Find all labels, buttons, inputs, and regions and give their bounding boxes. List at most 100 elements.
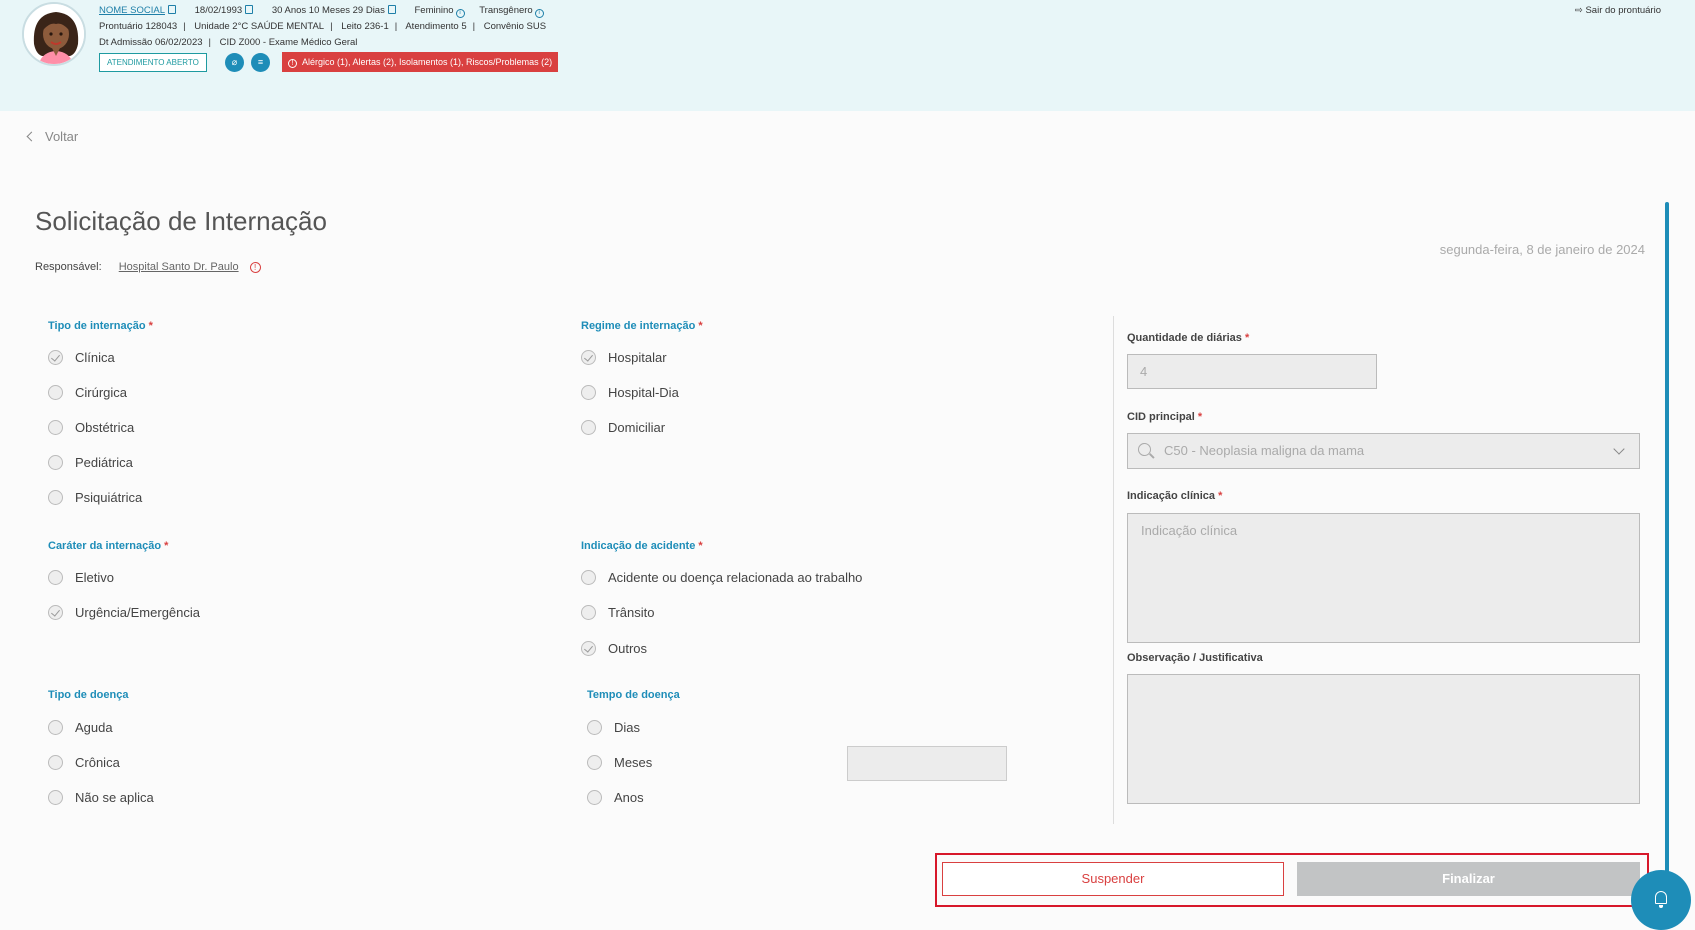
radio-tempo-meses[interactable]: Meses (587, 755, 652, 770)
patient-avatar (22, 2, 86, 66)
radio-label: Outros (608, 641, 648, 656)
radio-icon (581, 570, 596, 585)
radio-tipo-pediatrica[interactable]: Pediátrica (48, 455, 133, 470)
radio-doenca-nao-aplica[interactable]: Não se aplica (48, 790, 154, 805)
tempo-doenca-input[interactable] (847, 746, 1007, 781)
quantidade-diarias-input[interactable]: 4 (1127, 354, 1377, 389)
page-title: Solicitação de Internação (35, 206, 327, 236)
radio-acidente-trabalho[interactable]: Acidente ou doença relacionada ao trabal… (581, 570, 862, 585)
chevron-left-icon (26, 131, 37, 142)
radio-icon (48, 420, 63, 435)
radio-carater-urgencia[interactable]: Urgência/Emergência (48, 605, 200, 620)
scrollbar[interactable] (1665, 202, 1669, 902)
required-mark: * (698, 320, 703, 332)
finish-button[interactable]: Finalizar (1297, 862, 1640, 896)
radio-regime-hospitalar[interactable]: Hospitalar (581, 350, 667, 365)
leito: Leito 236-1 (341, 21, 389, 32)
carater-internacao-label-text: Caráter da internação (48, 540, 162, 552)
radio-label: Acidente ou doença relacionada ao trabal… (608, 570, 863, 585)
info-icon[interactable]: i (534, 9, 544, 18)
notifications-button[interactable] (1631, 870, 1691, 930)
atendimento: Atendimento 5 (405, 21, 467, 32)
required-mark: * (698, 540, 703, 552)
required-mark: * (1244, 332, 1250, 344)
document-icon[interactable] (168, 5, 176, 14)
indicacao-clinica-textarea[interactable]: Indicação clínica (1127, 513, 1640, 643)
indicacao-acidente-label-text: Indicação de acidente (581, 540, 696, 552)
radio-label: Domiciliar (608, 420, 666, 435)
required-mark: * (1218, 490, 1223, 502)
radio-acidente-outros[interactable]: Outros (581, 641, 647, 656)
radio-icon (48, 490, 63, 505)
radio-icon (581, 385, 596, 400)
social-name-link[interactable]: NOME SOCIAL (99, 5, 165, 16)
responsavel-row: Responsável: Hospital Santo Dr. Paulo ! (35, 261, 261, 273)
patient-identification-line: NOME SOCIAL 18/02/1993 30 Anos 10 Meses … (99, 5, 544, 18)
radio-icon (587, 720, 602, 735)
cid-principal-select[interactable]: C50 - Neoplasia maligna da mama (1127, 433, 1640, 469)
back-button[interactable]: Voltar (26, 129, 78, 144)
alert-icon: ! (288, 59, 297, 68)
birth-date: 18/02/1993 (194, 5, 243, 16)
patient-sex: Feminino (414, 5, 454, 16)
required-mark: * (164, 540, 169, 552)
quantidade-diarias-label: Quantidade de diárias * (1127, 332, 1249, 344)
radio-tipo-cirurgica[interactable]: Cirúrgica (48, 385, 127, 400)
regime-internacao-label: Regime de internação * (581, 320, 703, 332)
status-badge: ATENDIMENTO ABERTO (99, 53, 207, 72)
cid-principal-label-text: CID principal (1127, 411, 1195, 423)
patient-gender: Transgênero (479, 5, 533, 16)
alerts-bar[interactable]: ! Alérgico (1), Alertas (2), Isolamentos … (282, 52, 559, 72)
radio-label: Anos (614, 790, 644, 805)
radio-tipo-clinica[interactable]: Clínica (48, 350, 115, 365)
radio-acidente-transito[interactable]: Trânsito (581, 605, 654, 620)
radio-icon (48, 570, 63, 585)
indicacao-clinica-label: Indicação clínica * (1127, 490, 1222, 502)
radio-tipo-obstetrica[interactable]: Obstétrica (48, 420, 134, 435)
admission-date: Dt Admissão 06/02/2023 (99, 37, 203, 48)
observacao-label: Observação / Justificativa (1127, 652, 1263, 664)
radio-label: Hospitalar (608, 350, 667, 365)
exit-record-label: Sair do prontuário (1585, 5, 1661, 16)
info-icon[interactable]: i (455, 9, 465, 18)
responsavel-label: Responsável: (35, 261, 102, 273)
indicacao-acidente-label: Indicação de acidente * (581, 540, 703, 552)
radio-doenca-cronica[interactable]: Crônica (48, 755, 120, 770)
radio-label: Obstétrica (75, 420, 135, 435)
cid-code: CID Z000 - Exame Médico Geral (219, 37, 358, 48)
radio-regime-domiciliar[interactable]: Domiciliar (581, 420, 665, 435)
radio-tempo-dias[interactable]: Dias (587, 720, 640, 735)
bell-icon (1655, 891, 1667, 908)
current-date: segunda-feira, 8 de janeiro de 2024 (1439, 242, 1645, 257)
radio-icon (587, 790, 602, 805)
radio-regime-hospital-dia[interactable]: Hospital-Dia (581, 385, 679, 400)
patient-admission-line: Prontuário 128043 | Unidade 2°C SAÚDE MEN… (99, 21, 547, 32)
attachment-icon[interactable]: ⌀ (225, 53, 244, 72)
tipo-internacao-label-text: Tipo de internação (48, 320, 146, 332)
cid-principal-value: C50 - Neoplasia maligna da mama (1164, 443, 1365, 458)
radio-doenca-aguda[interactable]: Aguda (48, 720, 113, 735)
regime-internacao-label-text: Regime de internação (581, 320, 696, 332)
chevron-down-icon (1613, 443, 1625, 455)
tipo-doenca-label-text: Tipo de doença (48, 689, 129, 701)
radio-icon (581, 605, 596, 620)
radio-label: Eletivo (75, 570, 115, 585)
radio-tempo-anos[interactable]: Anos (587, 790, 644, 805)
radio-label: Cirúrgica (75, 385, 128, 400)
warning-icon[interactable]: ! (249, 262, 261, 273)
calendar-icon (245, 5, 254, 14)
responsavel-name[interactable]: Hospital Santo Dr. Paulo (119, 261, 239, 273)
tempo-doenca-label-text: Tempo de doença (587, 689, 680, 701)
exit-record-link[interactable]: ⇨ Sair do prontuário (1575, 5, 1661, 16)
radio-carater-eletivo[interactable]: Eletivo (48, 570, 114, 585)
column-divider (1113, 316, 1114, 824)
tempo-doenca-label: Tempo de doença (587, 689, 680, 701)
radio-tipo-psiquiatrica[interactable]: Psiquiátrica (48, 490, 142, 505)
suspend-button[interactable]: Suspender (942, 862, 1284, 896)
document-list-icon[interactable]: ≡ (251, 53, 270, 72)
radio-label: Hospital-Dia (608, 385, 679, 400)
radio-icon (48, 790, 63, 805)
radio-label: Urgência/Emergência (75, 605, 201, 620)
observacao-label-text: Observação / Justificativa (1127, 652, 1263, 664)
observacao-textarea[interactable] (1127, 674, 1640, 804)
